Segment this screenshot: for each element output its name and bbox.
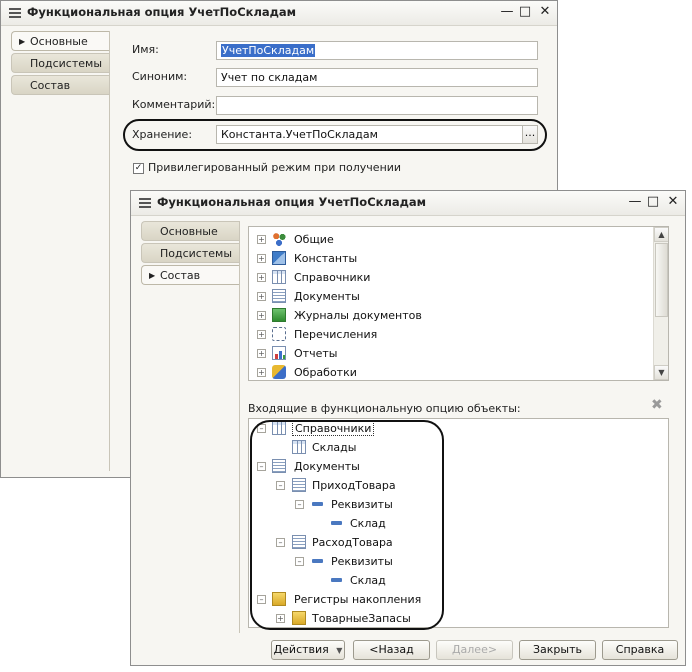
actions-label: Действия xyxy=(273,643,329,656)
general-icon xyxy=(272,232,286,246)
maximize-icon[interactable]: □ xyxy=(517,4,533,20)
vertical-scrollbar[interactable]: ▲ ▼ xyxy=(653,227,668,380)
expand-icon[interactable]: + xyxy=(257,273,266,282)
tab-label: Основные xyxy=(30,35,88,48)
expand-icon[interactable]: + xyxy=(257,292,266,301)
tree-node-label: Отчеты xyxy=(294,347,338,360)
tree-node-label: Документы xyxy=(294,290,360,303)
processing-icon xyxy=(272,365,286,379)
chevron-down-icon: ▼ xyxy=(336,646,343,655)
maximize-icon[interactable]: □ xyxy=(645,194,661,210)
tree-node-label: Журналы документов xyxy=(294,309,422,322)
tab-main[interactable]: ▶ Основные xyxy=(11,31,109,51)
tab-content[interactable]: Состав xyxy=(11,75,109,95)
help-button[interactable]: Справка xyxy=(602,640,678,660)
minimize-icon[interactable]: — xyxy=(627,194,643,210)
title-bar[interactable]: Функциональная опция УчетПоСкладам — □ ✕ xyxy=(131,191,685,216)
close-icon[interactable]: ✕ xyxy=(665,194,681,210)
active-tab-arrow-icon: ▶ xyxy=(149,271,156,280)
tree-node-label: Обработки xyxy=(294,366,357,379)
comment-label: Комментарий: xyxy=(132,98,216,111)
tree-node-label: Перечисления xyxy=(294,328,378,341)
report-icon xyxy=(272,346,286,360)
tab-subsystems[interactable]: Подсистемы xyxy=(141,243,239,263)
tab-subsystems[interactable]: Подсистемы xyxy=(11,53,109,73)
metadata-object-tree[interactable]: + Общие + Константы + Справочники + Доку… xyxy=(248,226,669,381)
minimize-icon[interactable]: — xyxy=(499,4,515,20)
window-title: Функциональная опция УчетПоСкладам xyxy=(157,195,427,209)
tab-label: Состав xyxy=(160,269,201,282)
close-icon[interactable]: ✕ xyxy=(537,4,553,20)
comment-field[interactable] xyxy=(216,96,538,115)
name-label: Имя: xyxy=(132,43,159,56)
close-button[interactable]: Закрыть xyxy=(519,640,596,660)
tab-label: Подсистемы xyxy=(30,57,103,70)
enum-icon xyxy=(272,327,286,341)
window-content-tab: Функциональная опция УчетПоСкладам — □ ✕… xyxy=(130,190,686,666)
tab-main[interactable]: Основные xyxy=(141,221,239,241)
tab-label: Подсистемы xyxy=(160,247,233,260)
scroll-up-icon[interactable]: ▲ xyxy=(654,227,668,242)
window-menu-icon[interactable] xyxy=(9,8,21,18)
name-value: УчетПоСкладам xyxy=(221,44,316,57)
catalog-icon xyxy=(272,270,286,284)
expand-icon[interactable]: + xyxy=(257,368,266,377)
window-title: Функциональная опция УчетПоСкладам xyxy=(27,5,297,19)
remove-object-icon[interactable]: ✖ xyxy=(651,397,663,413)
expand-icon[interactable]: + xyxy=(257,254,266,263)
storage-highlight-oval xyxy=(123,119,547,151)
next-button[interactable]: Далее> xyxy=(436,640,513,660)
journal-icon xyxy=(272,308,286,322)
synonym-field[interactable]: Учет по складам xyxy=(216,68,538,87)
constants-icon xyxy=(272,251,286,265)
expand-icon[interactable]: + xyxy=(257,349,266,358)
privileged-mode-checkbox[interactable]: ✓ xyxy=(133,163,144,174)
tab-label: Основные xyxy=(160,225,218,238)
name-field[interactable]: УчетПоСкладам xyxy=(216,41,538,60)
tree-node-label: Константы xyxy=(294,252,358,265)
title-bar[interactable]: Функциональная опция УчетПоСкладам — □ ✕ xyxy=(1,1,557,26)
expand-icon[interactable]: + xyxy=(257,311,266,320)
synonym-label: Синоним: xyxy=(132,70,188,83)
expand-icon[interactable]: + xyxy=(257,330,266,339)
privileged-mode-label: Привилегированный режим при получении xyxy=(148,161,402,174)
active-tab-arrow-icon: ▶ xyxy=(19,37,26,46)
tree-node-label: Справочники xyxy=(294,271,371,284)
document-icon xyxy=(272,289,286,303)
actions-button[interactable]: Действия ▼ xyxy=(271,640,345,660)
tab-content[interactable]: ▶ Состав xyxy=(141,265,239,285)
scroll-thumb[interactable] xyxy=(655,243,668,317)
expand-icon[interactable]: + xyxy=(257,235,266,244)
tab-panel-border xyxy=(239,221,240,633)
back-button[interactable]: <Назад xyxy=(353,640,430,660)
scroll-down-icon[interactable]: ▼ xyxy=(654,365,668,380)
window-menu-icon[interactable] xyxy=(139,198,151,208)
tree-node-label: Общие xyxy=(294,233,334,246)
included-objects-label: Входящие в функциональную опцию объекты: xyxy=(248,402,521,415)
tab-panel-border xyxy=(109,31,110,471)
included-objects-highlight-oval xyxy=(250,420,444,630)
tab-label: Состав xyxy=(30,79,71,92)
